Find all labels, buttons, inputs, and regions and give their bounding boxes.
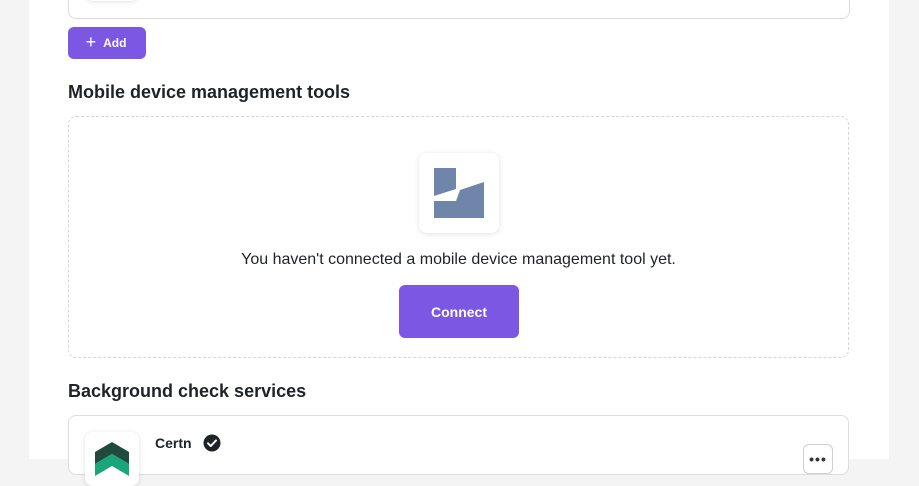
connect-button[interactable]: Connect xyxy=(399,285,519,338)
mdm-section-title: Mobile device management tools xyxy=(68,82,351,102)
check-circle-icon xyxy=(203,434,221,452)
mdm-empty-state: You haven't connected a mobile device ma… xyxy=(68,116,849,358)
more-options-button[interactable]: ••• xyxy=(803,444,833,474)
mdm-tool-icon xyxy=(419,153,499,233)
mdm-empty-message: You haven't connected a mobile device ma… xyxy=(241,251,676,268)
add-button[interactable]: + Add xyxy=(68,27,146,59)
previous-integration-logo xyxy=(85,0,139,1)
certn-card: Certn ••• xyxy=(68,415,849,486)
previous-integration-card xyxy=(68,0,850,19)
plus-icon: + xyxy=(85,32,97,52)
background-check-section-title: Background check services xyxy=(68,381,307,401)
add-button-label: Add xyxy=(103,36,127,50)
certn-name: Certn xyxy=(155,435,192,451)
settings-content: + Add Mobile device management tools You… xyxy=(29,0,889,486)
certn-logo xyxy=(85,432,139,486)
ellipsis-icon: ••• xyxy=(809,451,827,467)
